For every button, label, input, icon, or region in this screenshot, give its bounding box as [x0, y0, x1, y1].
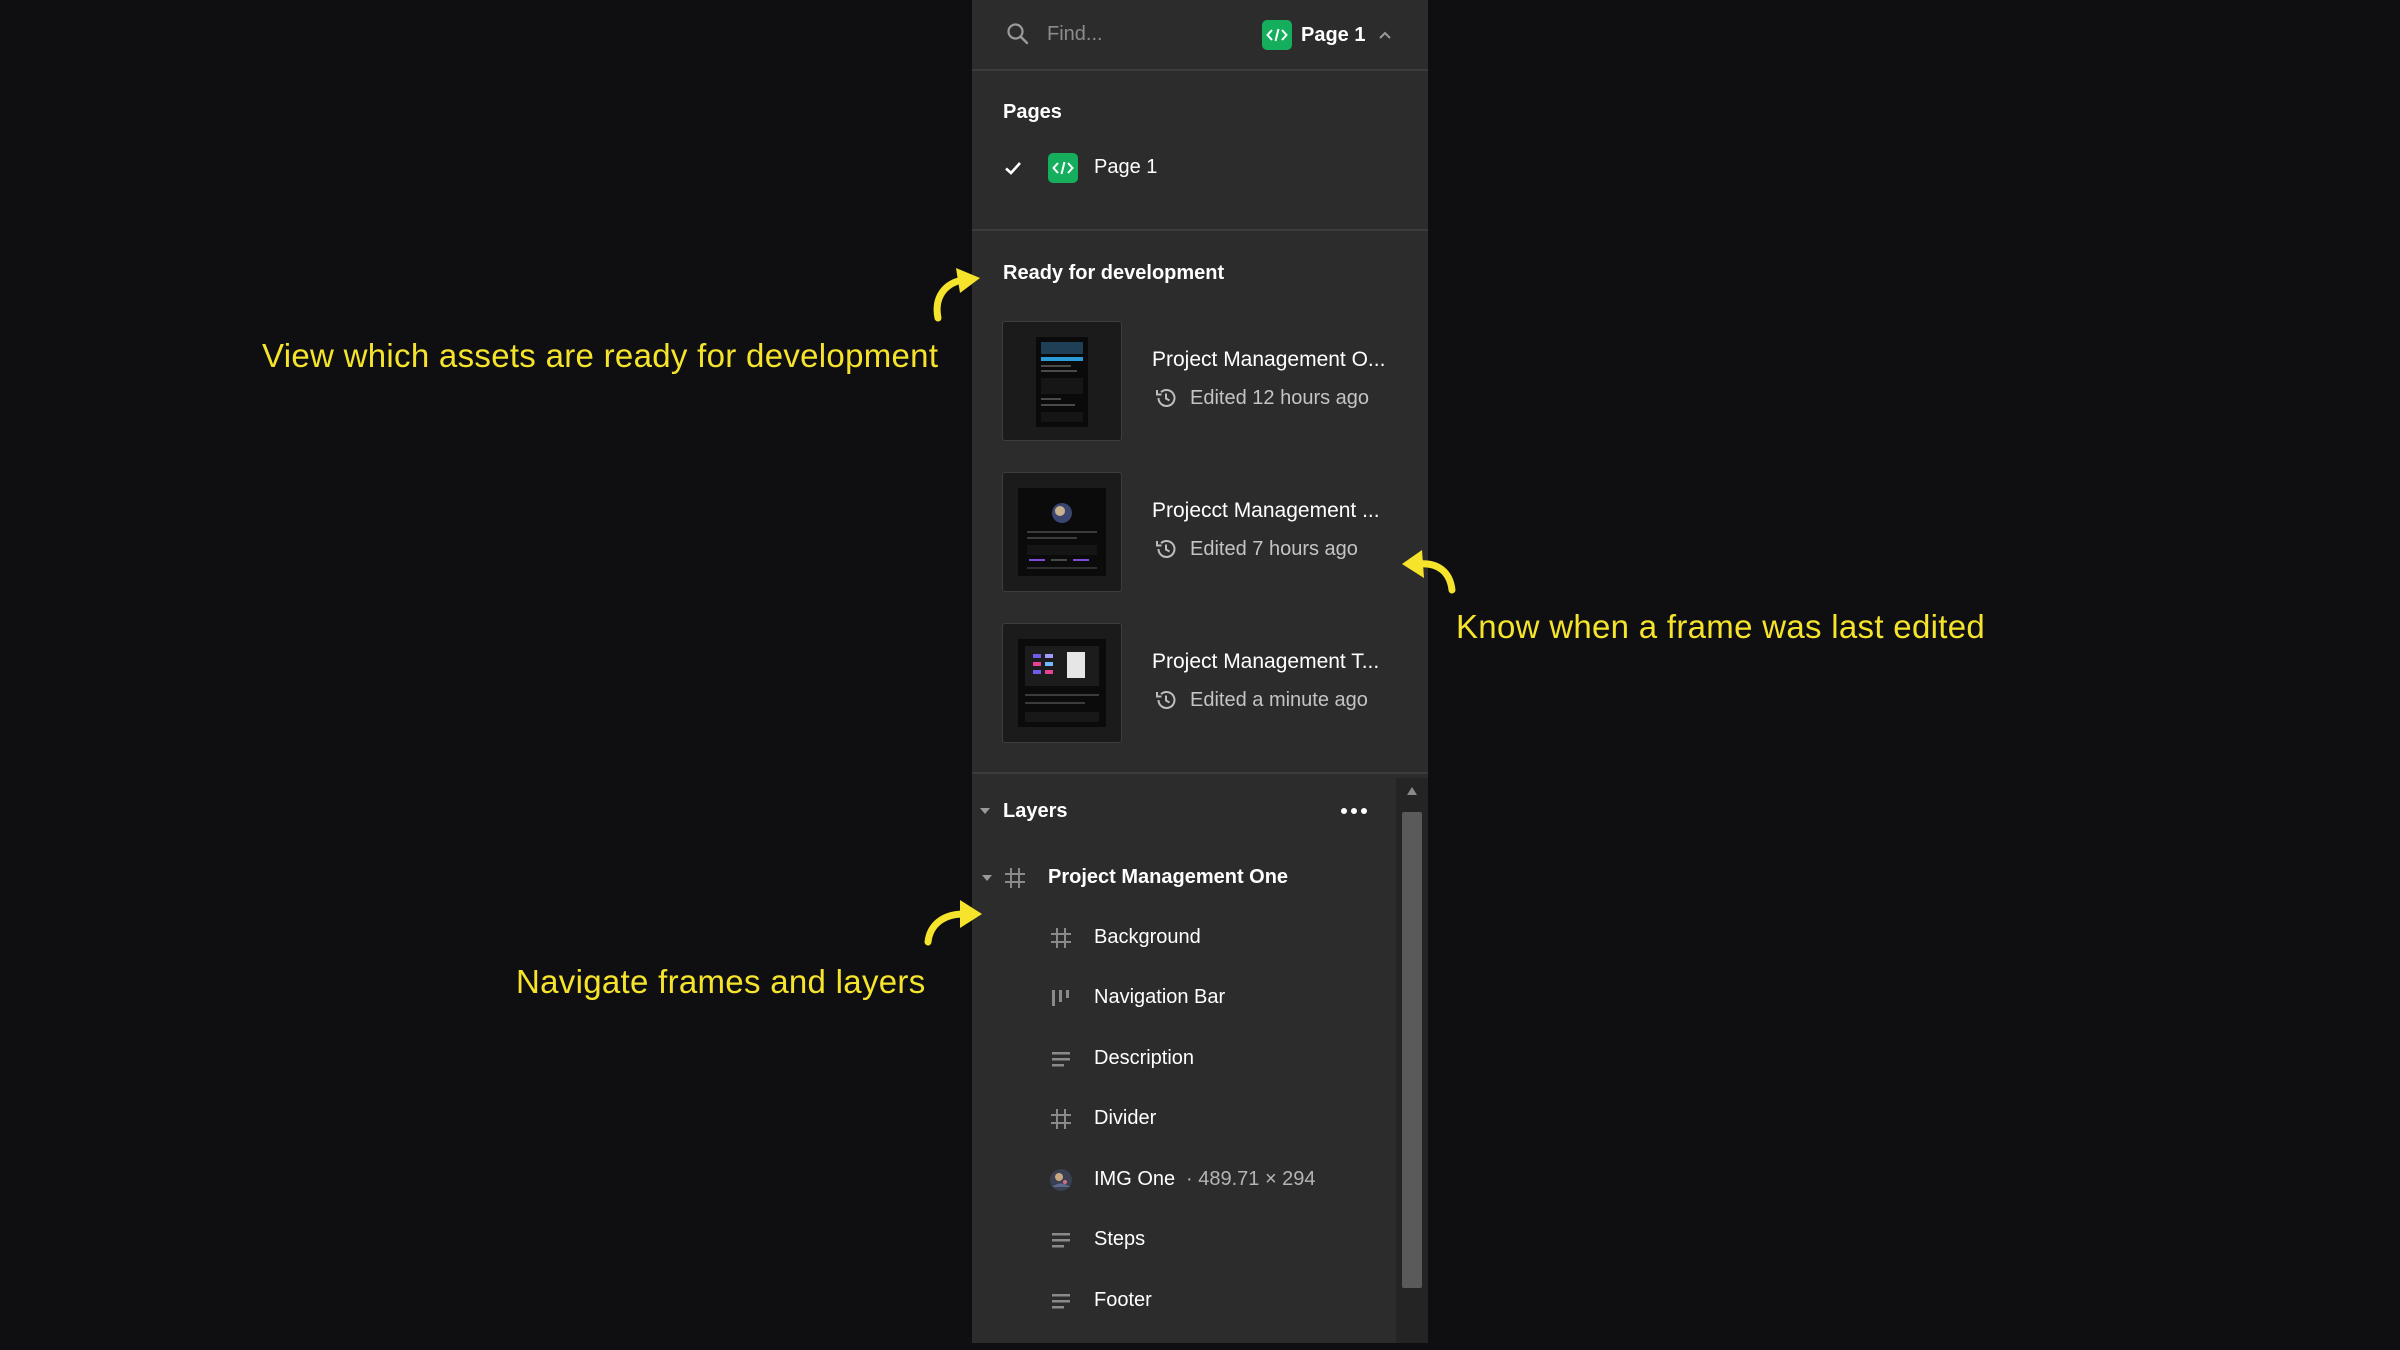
check-icon	[1005, 162, 1021, 175]
caret-down-icon[interactable]	[980, 871, 994, 885]
layer-item-description[interactable]: Description	[972, 1034, 1392, 1084]
curved-arrow-icon	[924, 900, 982, 946]
history-icon	[1156, 691, 1176, 709]
pages-heading: Pages	[1003, 101, 1062, 123]
layer-item-background[interactable]: Background	[972, 913, 1392, 963]
layer-frame-project-management-one[interactable]: Project Management One	[972, 853, 1392, 903]
search-icon	[1007, 23, 1029, 45]
layer-item-divider[interactable]: Divider	[972, 1094, 1392, 1144]
page-switcher[interactable]: Page 1	[1262, 17, 1395, 53]
dev-mode-panel: Page 1 Pages Page 1 Ready for developmen	[972, 0, 1428, 1343]
chevron-up-icon	[1379, 31, 1392, 39]
caret-down-icon	[980, 808, 990, 814]
frame-icon	[1051, 1109, 1071, 1129]
find-input[interactable]	[1047, 18, 1247, 50]
ready-for-development-heading: Ready for development	[1003, 262, 1225, 284]
asset-edited-time: Edited a minute ago	[1190, 689, 1368, 711]
layers-scrollbar[interactable]	[1396, 778, 1428, 1343]
asset-name: Projecct Management ...	[1152, 499, 1380, 522]
scroll-up-arrow-icon[interactable]	[1406, 786, 1418, 796]
layer-label: Navigation Bar	[1094, 986, 1226, 1008]
ready-asset-card[interactable]: Projecct Management ... Edited 7 hours a…	[1002, 472, 1412, 594]
ready-for-development-section: Ready for development Project Management…	[972, 231, 1428, 774]
pages-section: Pages Page 1	[972, 71, 1428, 231]
frame-icon	[1005, 868, 1025, 888]
annotation-navigate-layers: Navigate frames and layers	[516, 963, 926, 1000]
layer-item-footer[interactable]: Footer	[972, 1276, 1392, 1326]
layer-item-img-one[interactable]: IMG One · 489.71 × 294	[972, 1155, 1392, 1205]
layers-heading: Layers	[1003, 800, 1068, 822]
asset-edited-time: Edited 7 hours ago	[1190, 538, 1358, 560]
auto-layout-horizontal-icon	[1052, 990, 1069, 1006]
dev-mode-icon	[1048, 153, 1078, 183]
text-lines-icon	[1052, 1052, 1070, 1067]
asset-thumbnail	[1002, 321, 1122, 441]
layer-label: Description	[1094, 1047, 1195, 1069]
page-item-page-1[interactable]: Page 1	[972, 143, 1428, 193]
asset-thumbnail	[1002, 623, 1122, 743]
curved-arrow-icon	[933, 268, 980, 322]
scrollbar-thumb[interactable]	[1402, 812, 1422, 1288]
asset-thumbnail	[1002, 472, 1122, 592]
more-options-icon[interactable]	[1336, 798, 1372, 824]
dev-mode-icon	[1262, 20, 1292, 50]
layer-label: IMG One	[1094, 1168, 1176, 1190]
asset-edited-time: Edited 12 hours ago	[1190, 387, 1370, 409]
ready-asset-card[interactable]: Project Management T... Edited a minute …	[1002, 623, 1412, 745]
text-lines-icon	[1052, 1233, 1070, 1248]
curved-arrow-icon	[1402, 550, 1456, 594]
current-page-label: Page 1	[1301, 23, 1366, 46]
layers-header[interactable]: Layers	[972, 774, 1392, 846]
layer-item-navigation-bar[interactable]: Navigation Bar	[972, 973, 1392, 1023]
annotation-last-edited: Know when a frame was last edited	[1456, 608, 1986, 645]
text-lines-icon	[1052, 1294, 1070, 1309]
layer-label: Footer	[1094, 1289, 1152, 1311]
ready-asset-card[interactable]: Project Management O... Edited 12 hours …	[1002, 321, 1412, 443]
history-icon	[1156, 540, 1176, 558]
layer-label: Divider	[1094, 1107, 1157, 1129]
history-icon	[1156, 389, 1176, 407]
layer-label: Steps	[1094, 1228, 1146, 1250]
layer-label: Project Management One	[1048, 866, 1289, 888]
layer-label: Background	[1094, 926, 1201, 948]
layer-dimensions: · 489.71 × 294	[1186, 1168, 1316, 1190]
annotation-ready-for-development: View which assets are ready for developm…	[262, 337, 939, 374]
layers-section: Layers Project Management One Background…	[972, 774, 1428, 1343]
page-item-label: Page 1	[1094, 156, 1158, 178]
image-icon	[1050, 1169, 1072, 1191]
layer-item-steps[interactable]: Steps	[972, 1215, 1392, 1265]
asset-name: Project Management O...	[1152, 348, 1386, 371]
asset-name: Project Management T...	[1152, 650, 1380, 673]
panel-topbar: Page 1	[972, 0, 1428, 71]
frame-icon	[1051, 928, 1071, 948]
